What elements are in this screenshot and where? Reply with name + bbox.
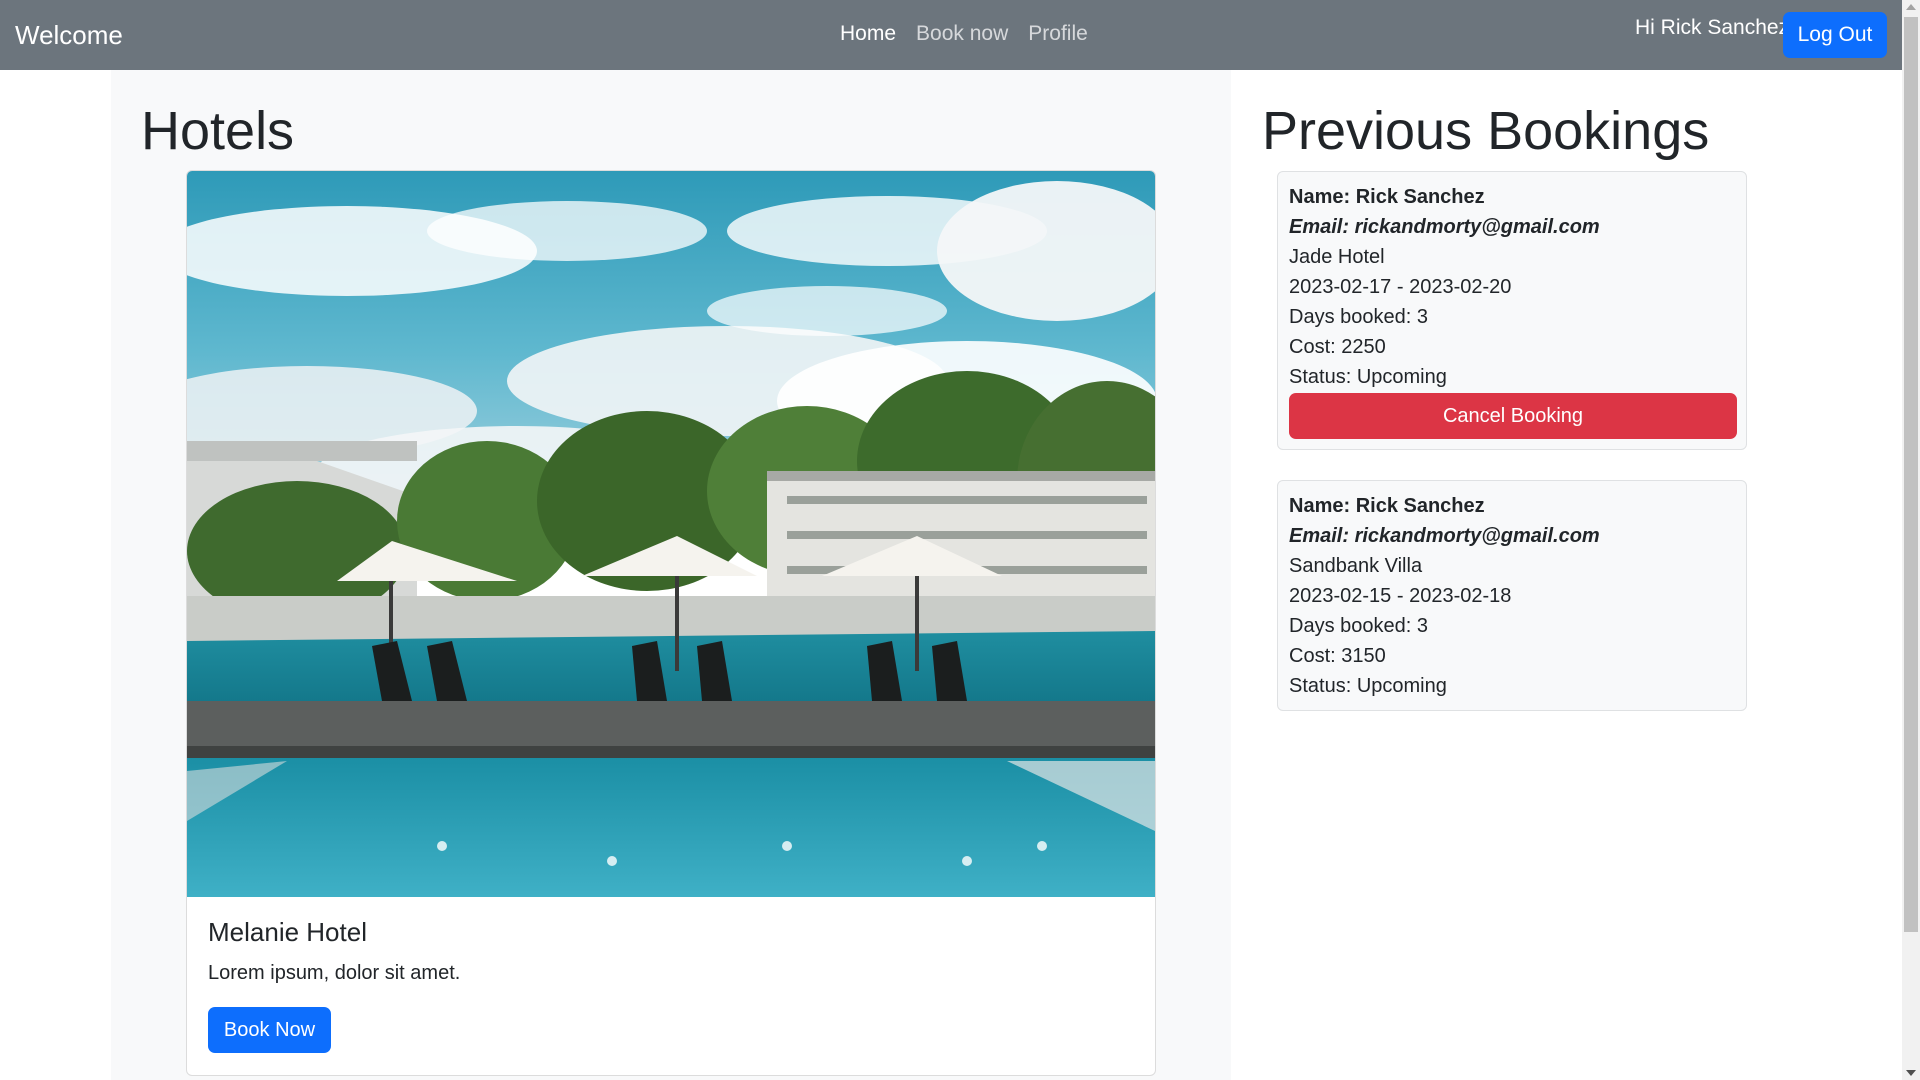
booking-days: Days booked: 3: [1289, 306, 1428, 328]
booking-hotel: Sandbank Villa: [1289, 555, 1423, 577]
hotel-card: Melanie Hotel Lorem ipsum, dolor sit ame…: [186, 170, 1156, 1076]
booking-days: Days booked: 3: [1289, 615, 1428, 637]
cancel-booking-button[interactable]: Cancel Booking: [1289, 393, 1737, 439]
booking-hotel: Jade Hotel: [1289, 246, 1385, 268]
booking-name: Name: Rick Sanchez: [1289, 495, 1485, 517]
booking-status: Status: Upcoming: [1289, 366, 1447, 388]
booking-card: Name: Rick Sanchez Email: rickandmorty@g…: [1277, 171, 1747, 450]
booking-email: Email: rickandmorty@gmail.com: [1289, 216, 1600, 238]
nav-link-home[interactable]: Home: [830, 22, 906, 46]
booking-dates: 2023-02-15 - 2023-02-18: [1289, 585, 1512, 607]
hotel-pool-image: [187, 171, 1155, 897]
scroll-down-arrow-icon[interactable]: [1906, 1070, 1916, 1076]
scroll-up-arrow-icon[interactable]: [1906, 4, 1916, 10]
hotel-description: Lorem ipsum, dolor sit amet.: [208, 962, 461, 984]
hotel-name: Melanie Hotel: [208, 917, 367, 947]
booking-cost: Cost: 3150: [1289, 645, 1386, 667]
booking-email: Email: rickandmorty@gmail.com: [1289, 525, 1600, 547]
user-greeting: Hi Rick Sanchez: [1635, 16, 1790, 39]
booking-name: Name: Rick Sanchez: [1289, 186, 1485, 208]
nav-link-profile[interactable]: Profile: [1018, 22, 1098, 46]
hotels-section: Hotels Melanie Hotel Lorem ipsum, dolor …: [111, 70, 1231, 1080]
scrollbar-thumb[interactable]: [1904, 17, 1918, 932]
booking-card: Name: Rick Sanchez Email: rickandmorty@g…: [1277, 480, 1747, 711]
book-now-button[interactable]: Book Now: [208, 1007, 331, 1053]
booking-status: Status: Upcoming: [1289, 675, 1447, 697]
nav-links: Home Book now Profile: [830, 22, 1098, 46]
nav-link-book-now[interactable]: Book now: [906, 22, 1018, 46]
hotels-title: Hotels: [141, 101, 295, 161]
navbar-brand[interactable]: Welcome: [15, 20, 123, 51]
previous-bookings-title: Previous Bookings: [1262, 101, 1710, 161]
booking-cost: Cost: 2250: [1289, 336, 1386, 358]
logout-button[interactable]: Log Out: [1783, 12, 1887, 58]
booking-dates: 2023-02-17 - 2023-02-20: [1289, 276, 1512, 298]
vertical-scrollbar[interactable]: [1902, 0, 1920, 1080]
navbar: Welcome Home Book now Profile Hi Rick Sa…: [0, 0, 1902, 70]
